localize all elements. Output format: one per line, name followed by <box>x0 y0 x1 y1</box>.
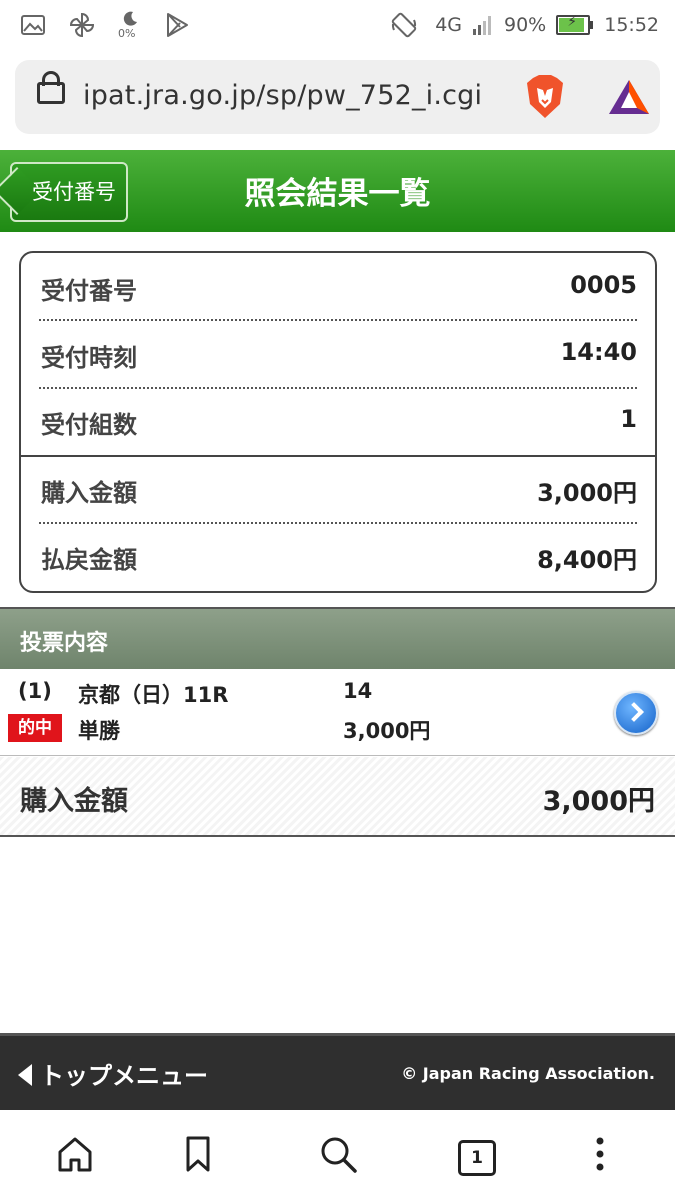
receipt-value: 0005 <box>570 271 637 299</box>
bet-list-item[interactable]: (1) 京都（日）11R 14 的中 単勝 3,000円 <box>0 669 675 756</box>
receipt-value: 14:40 <box>560 338 637 366</box>
pinwheel-icon <box>69 12 95 38</box>
top-menu-label: トップメニュー <box>40 1062 208 1090</box>
receipt-label: 購入金額 <box>41 479 137 507</box>
chevron-right-icon[interactable] <box>614 691 658 735</box>
total-label: 購入金額 <box>20 786 128 817</box>
browser-bottom-nav <box>0 1110 675 1200</box>
receipt-label: 払戻金額 <box>41 546 137 574</box>
receipt-value: 1 <box>620 405 637 433</box>
page-title: 照会結果一覧 <box>244 176 431 212</box>
battery-percent: 90% <box>504 14 547 36</box>
gallery-icon <box>21 15 45 35</box>
bets-section-header: 投票内容 <box>0 607 675 671</box>
url-text[interactable]: ipat.jra.go.jp/sp/pw_752_i.cgi <box>83 80 482 111</box>
bet-amount: 3,000円 <box>343 719 431 743</box>
receipt-row-number: 受付番号 0005 <box>39 253 637 319</box>
bat-triangle-icon[interactable] <box>607 78 651 116</box>
data-saver-percent: 0% <box>118 27 136 40</box>
section-title: 投票内容 <box>20 631 109 656</box>
play-store-icon <box>167 13 188 37</box>
total-value: 3,000円 <box>542 786 655 817</box>
tabs-icon[interactable]: 1 <box>458 1140 496 1176</box>
receipt-row-time: 受付時刻 14:40 <box>39 320 637 386</box>
bookmark-icon[interactable] <box>178 1134 218 1174</box>
arrow-left-icon <box>18 1064 32 1086</box>
receipt-value: 3,000円 <box>537 479 637 507</box>
status-bar: 0% 4G 90% ⚡ 15:52 <box>0 0 675 48</box>
bet-race: 京都（日）11R <box>78 683 229 707</box>
receipt-row-purchase: 購入金額 3,000円 <box>39 455 637 521</box>
status-right-icons: 4G 90% ⚡ 15:52 <box>389 10 659 40</box>
receipt-label: 受付時刻 <box>41 344 137 372</box>
copyright: © Japan Racing Association. <box>401 1064 655 1083</box>
receipt-row-count: 受付組数 1 <box>39 387 637 453</box>
signal-icon <box>473 16 491 35</box>
home-icon[interactable] <box>55 1134 95 1174</box>
receipt-row-payout: 払戻金額 8,400円 <box>39 522 637 588</box>
brave-lion-icon[interactable] <box>525 74 565 120</box>
site-footer: トップメニュー © Japan Racing Association. <box>0 1033 675 1113</box>
bet-type: 単勝 <box>78 719 120 743</box>
rotate-icon <box>391 12 417 38</box>
page-header: 受付番号 照会結果一覧 <box>0 150 675 232</box>
address-bar[interactable]: ipat.jra.go.jp/sp/pw_752_i.cgi <box>15 60 660 134</box>
total-purchase-row: 購入金額 3,000円 <box>0 757 675 837</box>
top-menu-link[interactable]: トップメニュー <box>18 1056 208 1091</box>
network-type: 4G <box>435 14 462 36</box>
bet-horse-number: 14 <box>343 679 373 703</box>
win-badge: 的中 <box>8 714 62 742</box>
receipt-label: 受付組数 <box>41 411 137 439</box>
more-vertical-icon[interactable] <box>580 1134 620 1174</box>
bet-index: (1) <box>18 679 52 703</box>
receipt-label: 受付番号 <box>41 277 137 305</box>
search-icon[interactable] <box>318 1134 358 1174</box>
battery-icon: ⚡ <box>556 14 594 35</box>
receipt-summary: 受付番号 0005 受付時刻 14:40 受付組数 1 購入金額 3,000円 … <box>19 251 657 593</box>
status-left-icons: 0% <box>20 10 190 40</box>
moon-icon <box>123 11 137 26</box>
clock: 15:52 <box>604 14 659 36</box>
lock-icon[interactable] <box>37 71 65 104</box>
charging-bolt-icon: ⚡ <box>567 14 578 30</box>
receipt-value: 8,400円 <box>537 546 637 574</box>
data-saver-indicator: 0% <box>118 10 142 40</box>
